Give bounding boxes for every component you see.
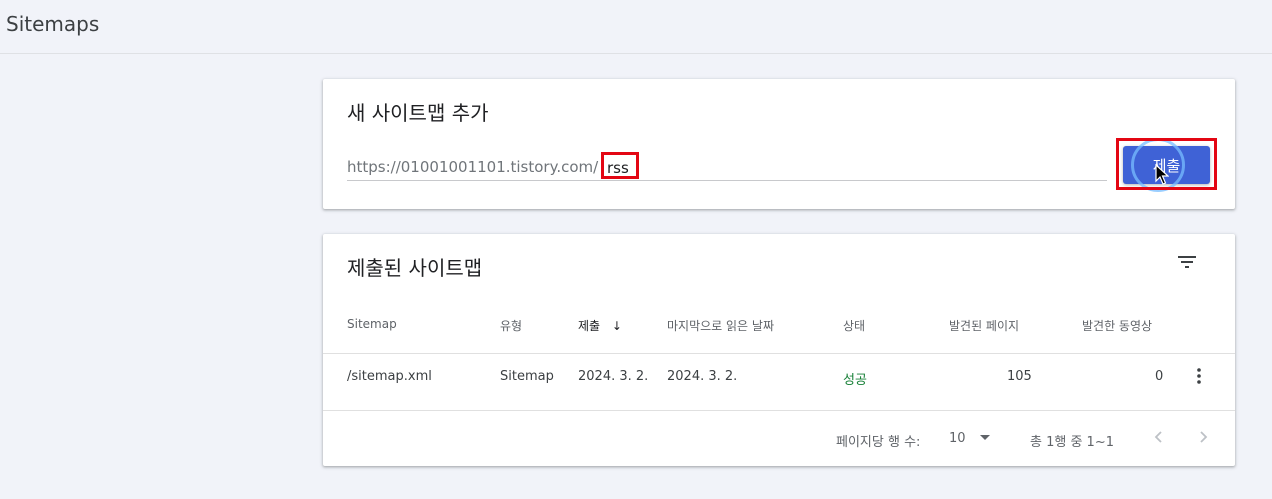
header-divider: [323, 353, 1235, 354]
cell-sitemap[interactable]: /sitemap.xml: [347, 369, 432, 384]
add-sitemap-title: 새 사이트맵 추가: [347, 101, 489, 125]
row-divider: [323, 410, 1235, 411]
cell-type: Sitemap: [500, 369, 554, 384]
column-header-last-read[interactable]: 마지막으로 읽은 날짜: [667, 317, 774, 334]
column-header-status[interactable]: 상태: [843, 317, 865, 334]
sitemap-url-field: https://01001001101.tistory.com/: [347, 155, 1107, 181]
page-header: Sitemaps: [0, 0, 1272, 54]
sitemap-url-input[interactable]: [602, 155, 662, 181]
previous-page-icon[interactable]: [1149, 427, 1169, 447]
submit-button[interactable]: 제출: [1123, 146, 1210, 184]
sort-down-icon: ↓: [611, 319, 622, 333]
cell-last-read: 2024. 3. 2.: [667, 369, 738, 384]
cell-status: 성공: [843, 373, 867, 388]
rows-per-page-value: 10: [949, 431, 966, 446]
page-title: Sitemaps: [6, 12, 100, 36]
cell-pages: 105: [1007, 369, 1032, 384]
cell-videos: 0: [1155, 369, 1164, 384]
column-header-pages[interactable]: 발견된 페이지: [949, 317, 1019, 334]
rows-per-page-select[interactable]: 10: [949, 426, 995, 450]
add-sitemap-card: 새 사이트맵 추가 https://01001001101.tistory.co…: [323, 79, 1235, 209]
column-header-type[interactable]: 유형: [500, 317, 522, 334]
pagination-range: 총 1행 중 1~1: [1030, 435, 1114, 450]
column-header-sitemap[interactable]: Sitemap: [347, 317, 397, 331]
column-header-submitted[interactable]: 제출 ↓: [578, 317, 622, 334]
submitted-sitemaps-card: 제출된 사이트맵 Sitemap 유형 제출 ↓ 마지막으로 읽은 날짜 상태 …: [323, 234, 1235, 466]
rows-per-page-label: 페이지당 행 수:: [836, 435, 921, 450]
next-page-icon[interactable]: [1193, 427, 1213, 447]
submitted-sitemaps-title: 제출된 사이트맵: [347, 256, 483, 280]
more-vert-icon[interactable]: [1189, 366, 1209, 386]
dropdown-arrow-icon: [980, 435, 990, 440]
cell-submitted: 2024. 3. 2.: [578, 369, 649, 384]
column-header-submitted-label: 제출: [578, 319, 601, 333]
filter-icon[interactable]: [1175, 250, 1199, 274]
url-prefix: https://01001001101.tistory.com/: [347, 158, 599, 176]
column-header-videos[interactable]: 발견한 동영상: [1082, 317, 1152, 334]
